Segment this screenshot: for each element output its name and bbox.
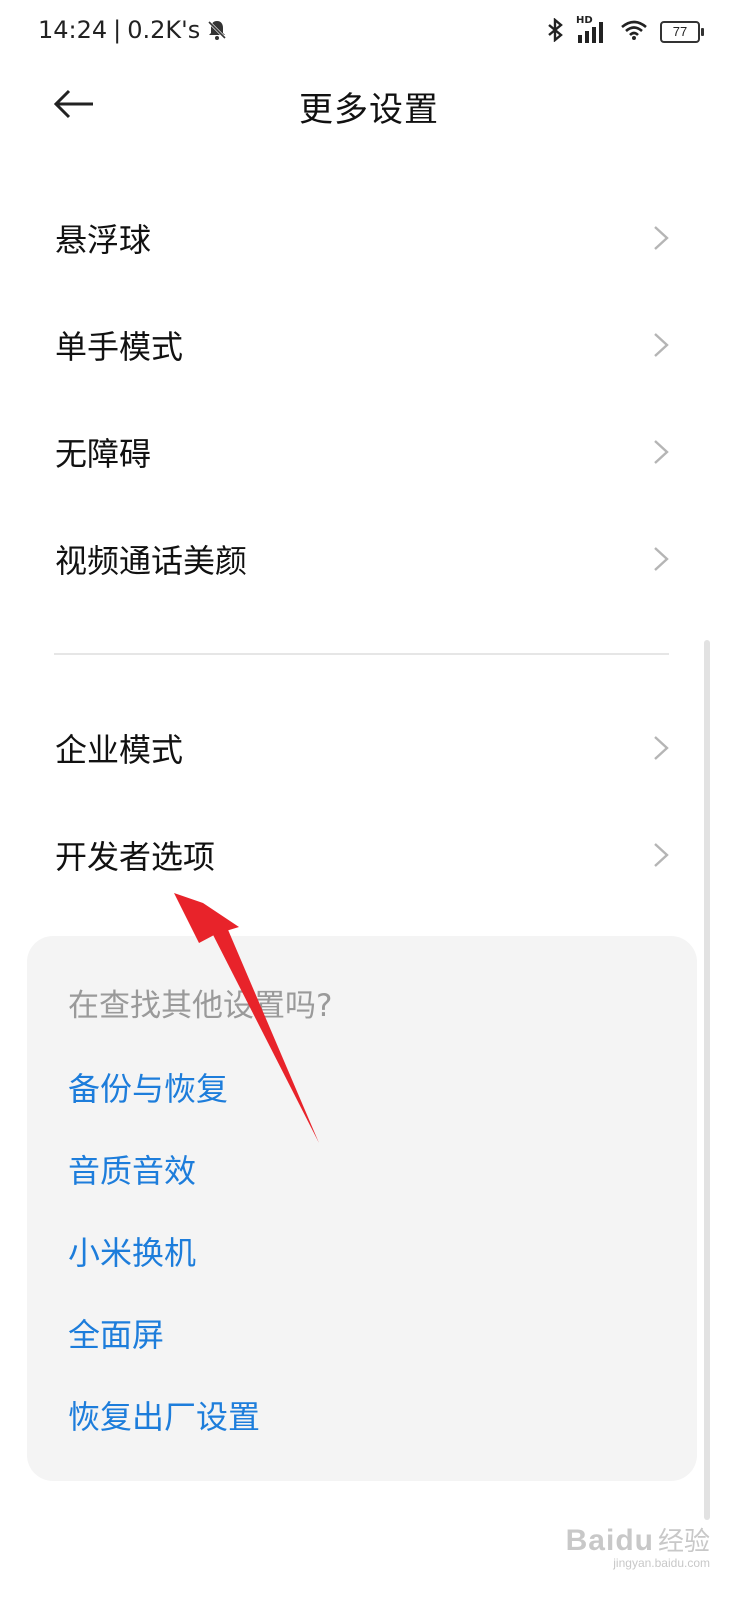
watermark-brand: Baidu (565, 1524, 654, 1557)
list-item-one-hand-mode[interactable]: 单手模式 (0, 291, 738, 399)
list-item-accessibility[interactable]: 无障碍 (0, 398, 738, 506)
chevron-right-icon (654, 226, 669, 250)
status-separator: | (113, 16, 122, 44)
list-item-label: 悬浮球 (55, 221, 152, 259)
chevron-right-icon (654, 333, 669, 357)
chevron-right-icon (654, 440, 669, 464)
status-time: 14:24 (38, 16, 108, 44)
list-item-video-call-beauty[interactable]: 视频通话美颜 (0, 505, 738, 613)
chevron-right-icon (654, 843, 669, 867)
scrollbar[interactable] (704, 640, 710, 1520)
watermark-site: jingyan.baidu.com (613, 1556, 710, 1570)
list-item-label: 无障碍 (55, 435, 152, 473)
list-item-label: 企业模式 (55, 731, 184, 769)
link-factory-reset[interactable]: 恢复出厂设置 (68, 1392, 260, 1438)
list-item-developer-options[interactable]: 开发者选项 (0, 801, 738, 909)
watermark-brand-cn: 经验 (657, 1526, 710, 1556)
chevron-right-icon (654, 736, 669, 760)
network-speed: 0.2K's (127, 16, 201, 44)
bluetooth-icon (546, 17, 564, 46)
signal-icon: HD (576, 15, 608, 45)
link-full-screen[interactable]: 全面屏 (68, 1310, 164, 1356)
status-right: HD 77 (546, 15, 704, 46)
section-divider (54, 653, 669, 655)
chevron-right-icon (654, 547, 669, 571)
bell-muted-icon (206, 19, 228, 41)
list-item-label: 开发者选项 (55, 838, 216, 876)
status-left: 14:24 | 0.2K's (38, 16, 228, 44)
baidu-watermark-logo: Baidu 经验 jingyan.baidu.com (566, 1521, 710, 1570)
list-item-label: 单手模式 (55, 328, 184, 366)
page-title: 更多设置 (299, 90, 439, 130)
header: 更多设置 (0, 64, 738, 148)
list-item-floating-ball[interactable]: 悬浮球 (0, 184, 738, 292)
battery-icon: 77 (660, 21, 704, 43)
link-backup-restore[interactable]: 备份与恢复 (68, 1064, 228, 1110)
list-item-enterprise-mode[interactable]: 企业模式 (0, 694, 738, 802)
link-mi-mover[interactable]: 小米换机 (68, 1228, 196, 1274)
search-suggestions-card: 在查找其他设置吗? 备份与恢复 音质音效 小米换机 全面屏 恢复出厂设置 (27, 936, 697, 1481)
list-item-label: 视频通话美颜 (55, 542, 248, 580)
card-title: 在查找其他设置吗? (68, 988, 333, 1024)
link-sound-effects[interactable]: 音质音效 (68, 1146, 196, 1192)
status-bar: 14:24 | 0.2K's HD 77 (0, 0, 738, 64)
wifi-icon (620, 19, 648, 45)
